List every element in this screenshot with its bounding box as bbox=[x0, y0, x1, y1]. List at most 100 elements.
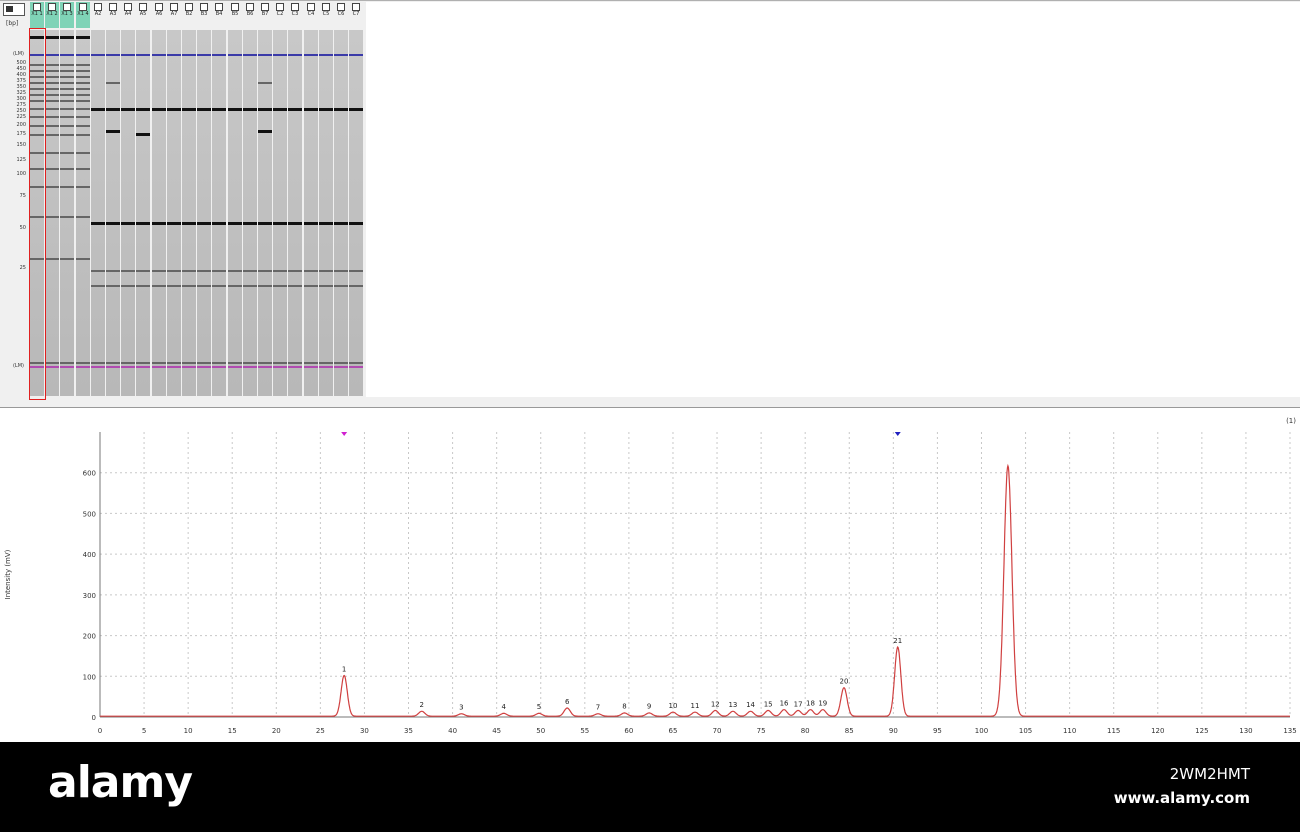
gel-lane[interactable] bbox=[197, 30, 211, 396]
lane-header[interactable]: X1 2 bbox=[45, 2, 59, 28]
gel-lane[interactable] bbox=[182, 30, 196, 396]
gel-band bbox=[273, 222, 287, 225]
gel-band bbox=[106, 362, 120, 364]
lane-header[interactable]: C6 bbox=[334, 2, 348, 28]
x-tick-label: 90 bbox=[889, 727, 898, 735]
gel-band bbox=[45, 186, 59, 188]
gel-lane[interactable] bbox=[121, 30, 135, 396]
lane-header[interactable]: A4 bbox=[121, 2, 135, 28]
lane-header[interactable]: X1 1 bbox=[30, 2, 44, 28]
lane-header[interactable]: X1 3 bbox=[60, 2, 74, 28]
lane-checkbox[interactable] bbox=[155, 3, 163, 11]
lane-checkbox[interactable] bbox=[215, 3, 223, 11]
lane-checkbox[interactable] bbox=[94, 3, 102, 11]
lane-checkbox[interactable] bbox=[352, 3, 360, 11]
lane-header[interactable]: C7 bbox=[349, 2, 363, 28]
gel-band bbox=[136, 270, 150, 272]
marker-label: (LM) bbox=[12, 51, 24, 57]
lane-header[interactable]: A6 bbox=[152, 2, 166, 28]
gel-lane[interactable] bbox=[243, 30, 257, 396]
gel-band bbox=[106, 54, 120, 56]
lane-checkbox[interactable] bbox=[33, 3, 41, 11]
gel-band bbox=[319, 366, 333, 368]
gel-band bbox=[243, 362, 257, 364]
gel-lane[interactable] bbox=[45, 30, 59, 396]
gel-lane[interactable] bbox=[167, 30, 181, 396]
gel-lane[interactable] bbox=[258, 30, 272, 396]
gel-band bbox=[182, 270, 196, 272]
lane-header[interactable]: B5 bbox=[228, 2, 242, 28]
gel-lane[interactable] bbox=[76, 30, 90, 396]
gel-lane[interactable] bbox=[136, 30, 150, 396]
lane-header[interactable]: X1 4 bbox=[76, 2, 90, 28]
gel-band bbox=[76, 88, 90, 90]
gel-band bbox=[212, 108, 226, 111]
gel-lane[interactable] bbox=[60, 30, 74, 396]
y-tick-label: 300 bbox=[83, 592, 96, 600]
lane-header[interactable]: C3 bbox=[288, 2, 302, 28]
gel-band bbox=[60, 366, 74, 368]
lane-checkbox[interactable] bbox=[48, 3, 56, 11]
lane-checkbox[interactable] bbox=[109, 3, 117, 11]
gel-band bbox=[60, 362, 74, 364]
lane-checkbox[interactable] bbox=[231, 3, 239, 11]
gel-band bbox=[304, 108, 318, 111]
gel-lane[interactable] bbox=[349, 30, 363, 396]
gel-band bbox=[76, 152, 90, 154]
gel-band bbox=[106, 222, 120, 225]
gel-band bbox=[228, 108, 242, 111]
lane-checkbox[interactable] bbox=[124, 3, 132, 11]
lane-header[interactable]: C4 bbox=[304, 2, 318, 28]
lane-header[interactable]: B4 bbox=[212, 2, 226, 28]
gel-lane[interactable] bbox=[334, 30, 348, 396]
lane-checkbox[interactable] bbox=[63, 3, 71, 11]
lane-checkbox[interactable] bbox=[276, 3, 284, 11]
lane-checkbox[interactable] bbox=[200, 3, 208, 11]
lane-checkbox[interactable] bbox=[261, 3, 269, 11]
gel-band bbox=[258, 366, 272, 368]
gel-band bbox=[45, 76, 59, 78]
gel-lane[interactable] bbox=[273, 30, 287, 396]
lane-header[interactable]: A7 bbox=[167, 2, 181, 28]
gel-lane[interactable] bbox=[304, 30, 318, 396]
gel-lane[interactable] bbox=[106, 30, 120, 396]
lane-checkbox[interactable] bbox=[139, 3, 147, 11]
gel-lane[interactable] bbox=[288, 30, 302, 396]
lane-checkbox[interactable] bbox=[322, 3, 330, 11]
lane-checkbox[interactable] bbox=[307, 3, 315, 11]
lane-header[interactable]: B3 bbox=[197, 2, 211, 28]
lane-header[interactable]: A5 bbox=[136, 2, 150, 28]
lane-checkbox[interactable] bbox=[246, 3, 254, 11]
lane-header[interactable]: C2 bbox=[273, 2, 287, 28]
lane-header[interactable]: A3 bbox=[106, 2, 120, 28]
gel-band bbox=[91, 366, 105, 368]
lane-checkbox[interactable] bbox=[185, 3, 193, 11]
lane-checkbox[interactable] bbox=[337, 3, 345, 11]
gel-band bbox=[45, 82, 59, 84]
gel-band bbox=[258, 54, 272, 56]
lane-header[interactable]: B2 bbox=[182, 2, 196, 28]
gel-band bbox=[76, 134, 90, 136]
gel-lane[interactable] bbox=[228, 30, 242, 396]
gel-lane[interactable] bbox=[319, 30, 333, 396]
lane-header[interactable]: B6 bbox=[243, 2, 257, 28]
lane-id: B5 bbox=[231, 11, 239, 17]
gel-band bbox=[121, 108, 135, 111]
lane-header[interactable]: B7 bbox=[258, 2, 272, 28]
gel-band bbox=[45, 152, 59, 154]
gel-lane[interactable] bbox=[152, 30, 166, 396]
gel-band bbox=[45, 134, 59, 136]
lane-checkbox[interactable] bbox=[291, 3, 299, 11]
gel-lane[interactable] bbox=[212, 30, 226, 396]
panel-divider[interactable] bbox=[0, 407, 1300, 408]
lane-header[interactable]: A2 bbox=[91, 2, 105, 28]
gel-view-icon[interactable] bbox=[3, 3, 25, 16]
lane-checkbox[interactable] bbox=[170, 3, 178, 11]
lane-checkbox[interactable] bbox=[79, 3, 87, 11]
gel-band bbox=[152, 362, 166, 364]
gel-lane[interactable] bbox=[91, 30, 105, 396]
watermark-bar bbox=[0, 742, 1300, 832]
selected-lane-outline[interactable] bbox=[29, 28, 46, 400]
gel-band bbox=[228, 54, 242, 56]
lane-header[interactable]: C5 bbox=[319, 2, 333, 28]
